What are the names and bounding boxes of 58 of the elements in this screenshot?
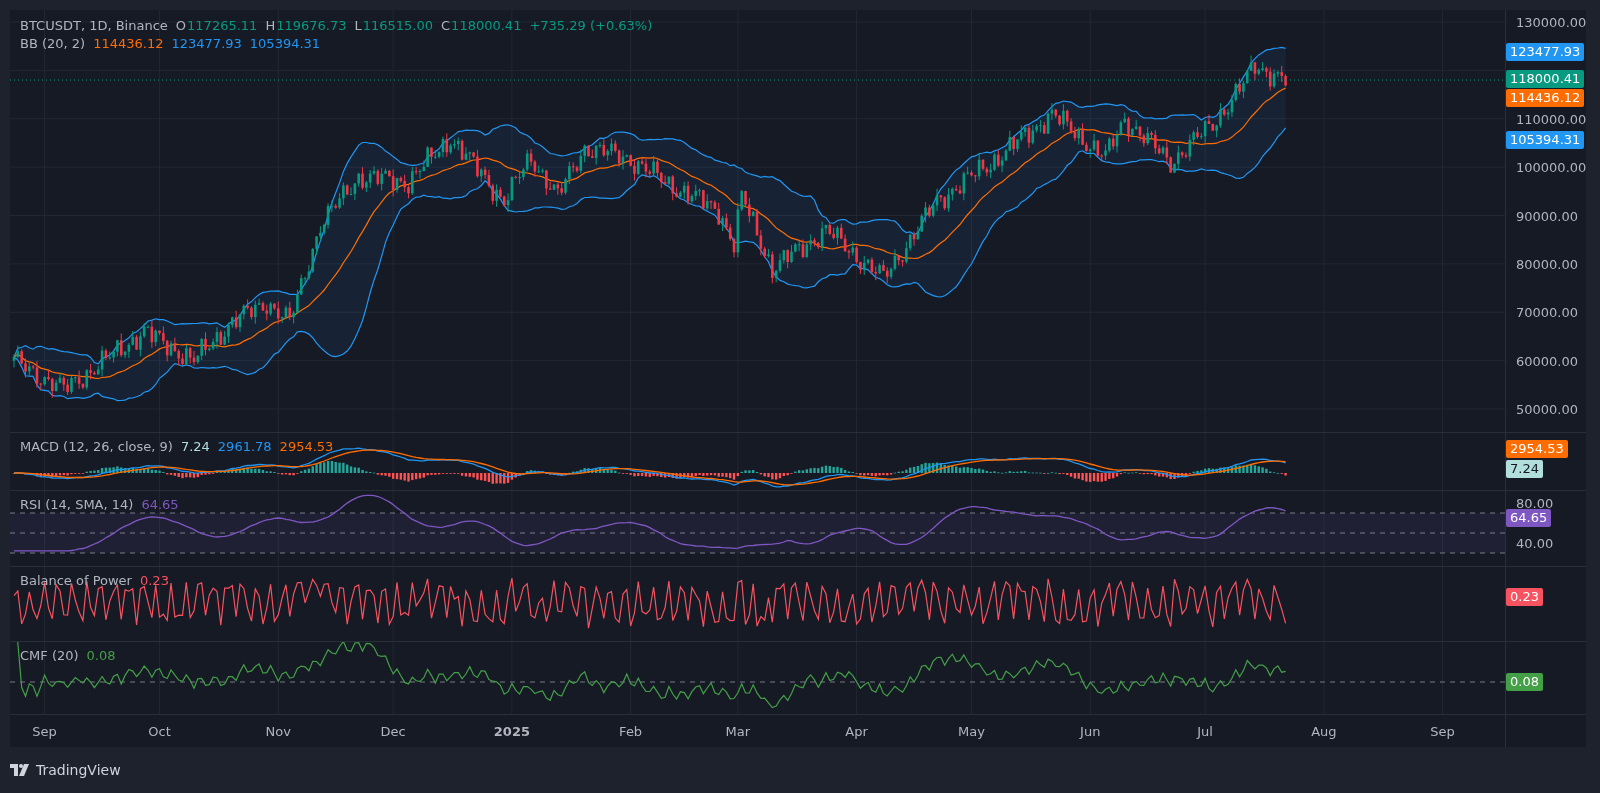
time-axis-label: Dec [380, 724, 406, 739]
time-axis-label: Oct [148, 724, 171, 739]
price-label: 0.23 [1506, 588, 1543, 606]
price-label: 105394.31 [1506, 131, 1585, 149]
logo-icon [10, 764, 30, 776]
indicator-value: 64.65 [141, 497, 179, 512]
ohlc-value: 117265.11 [187, 18, 258, 33]
indicator-name: BB (20, 2) [20, 36, 86, 51]
ohlc-label: C [441, 18, 451, 33]
axis-tick-label: 70000.00 [1516, 304, 1579, 320]
ohlc-value: 116515.00 [362, 18, 434, 33]
indicator-value: 0.08 [86, 648, 116, 663]
time-axis-label: 2025 [493, 724, 530, 739]
price-label: 2954.53 [1506, 440, 1568, 458]
axis-tick-label: 80.00 [1516, 495, 1554, 511]
axis-tick-label: 50000.00 [1516, 401, 1579, 417]
time-axis-label: Aug [1311, 724, 1337, 739]
symbol-title: BTCUSDT, 1D, Binance [20, 18, 168, 33]
indicator-value: 0.23 [139, 573, 169, 588]
time-axis-label: May [958, 724, 985, 739]
indicator-value: 7.24 [180, 439, 210, 454]
indicator-value: 105394.31 [249, 36, 321, 51]
ohlc-value: 119676.73 [276, 18, 347, 33]
indicator-value: 114436.12 [93, 36, 164, 51]
indicator-name: CMF (20) [20, 648, 79, 663]
time-axis-label: Sep [32, 724, 57, 739]
price-label: 114436.12 [1506, 89, 1585, 107]
axis-tick-label: 60000.00 [1516, 353, 1579, 369]
axis-tick-label: 100000.00 [1516, 159, 1587, 175]
time-axis-label: Nov [265, 724, 291, 739]
indicator-name: MACD (12, 26, close, 9) [20, 439, 173, 454]
price-label: 7.24 [1506, 460, 1543, 478]
indicator-name: RSI (14, SMA, 14) [20, 497, 134, 512]
brand-name: TradingView [36, 762, 121, 778]
time-axis-label: Jun [1080, 724, 1101, 739]
axis-tick-label: 130000.00 [1516, 14, 1587, 30]
price-label: 123477.93 [1506, 43, 1585, 61]
price-change: +735.29 (+0.63%) [529, 18, 653, 33]
ohlc-label: L [354, 18, 362, 33]
ohlc-value: 118000.41 [451, 18, 522, 33]
axis-tick-label: 80000.00 [1516, 256, 1579, 272]
indicator-value: 2961.78 [217, 439, 272, 454]
ohlc-label: O [175, 18, 187, 33]
axis-tick-label: 90000.00 [1516, 208, 1579, 223]
time-axis-label: Jul [1197, 724, 1213, 739]
axis-tick-label: 110000.00 [1516, 111, 1587, 127]
price-label: 64.65 [1506, 509, 1552, 527]
indicator-name: Balance of Power [20, 573, 132, 588]
time-axis-label: Feb [619, 724, 643, 739]
indicator-value: 2954.53 [279, 439, 334, 454]
ohlc-label: H [265, 18, 276, 33]
price-label: 118000.41 [1506, 70, 1585, 88]
time-axis-label: Mar [725, 724, 751, 739]
price-label: 0.08 [1506, 673, 1543, 691]
axis-tick-label: 40.00 [1516, 535, 1554, 551]
indicator-value: 123477.93 [171, 36, 242, 51]
time-axis-label: Sep [1430, 724, 1455, 739]
time-axis-label: Apr [845, 724, 868, 739]
